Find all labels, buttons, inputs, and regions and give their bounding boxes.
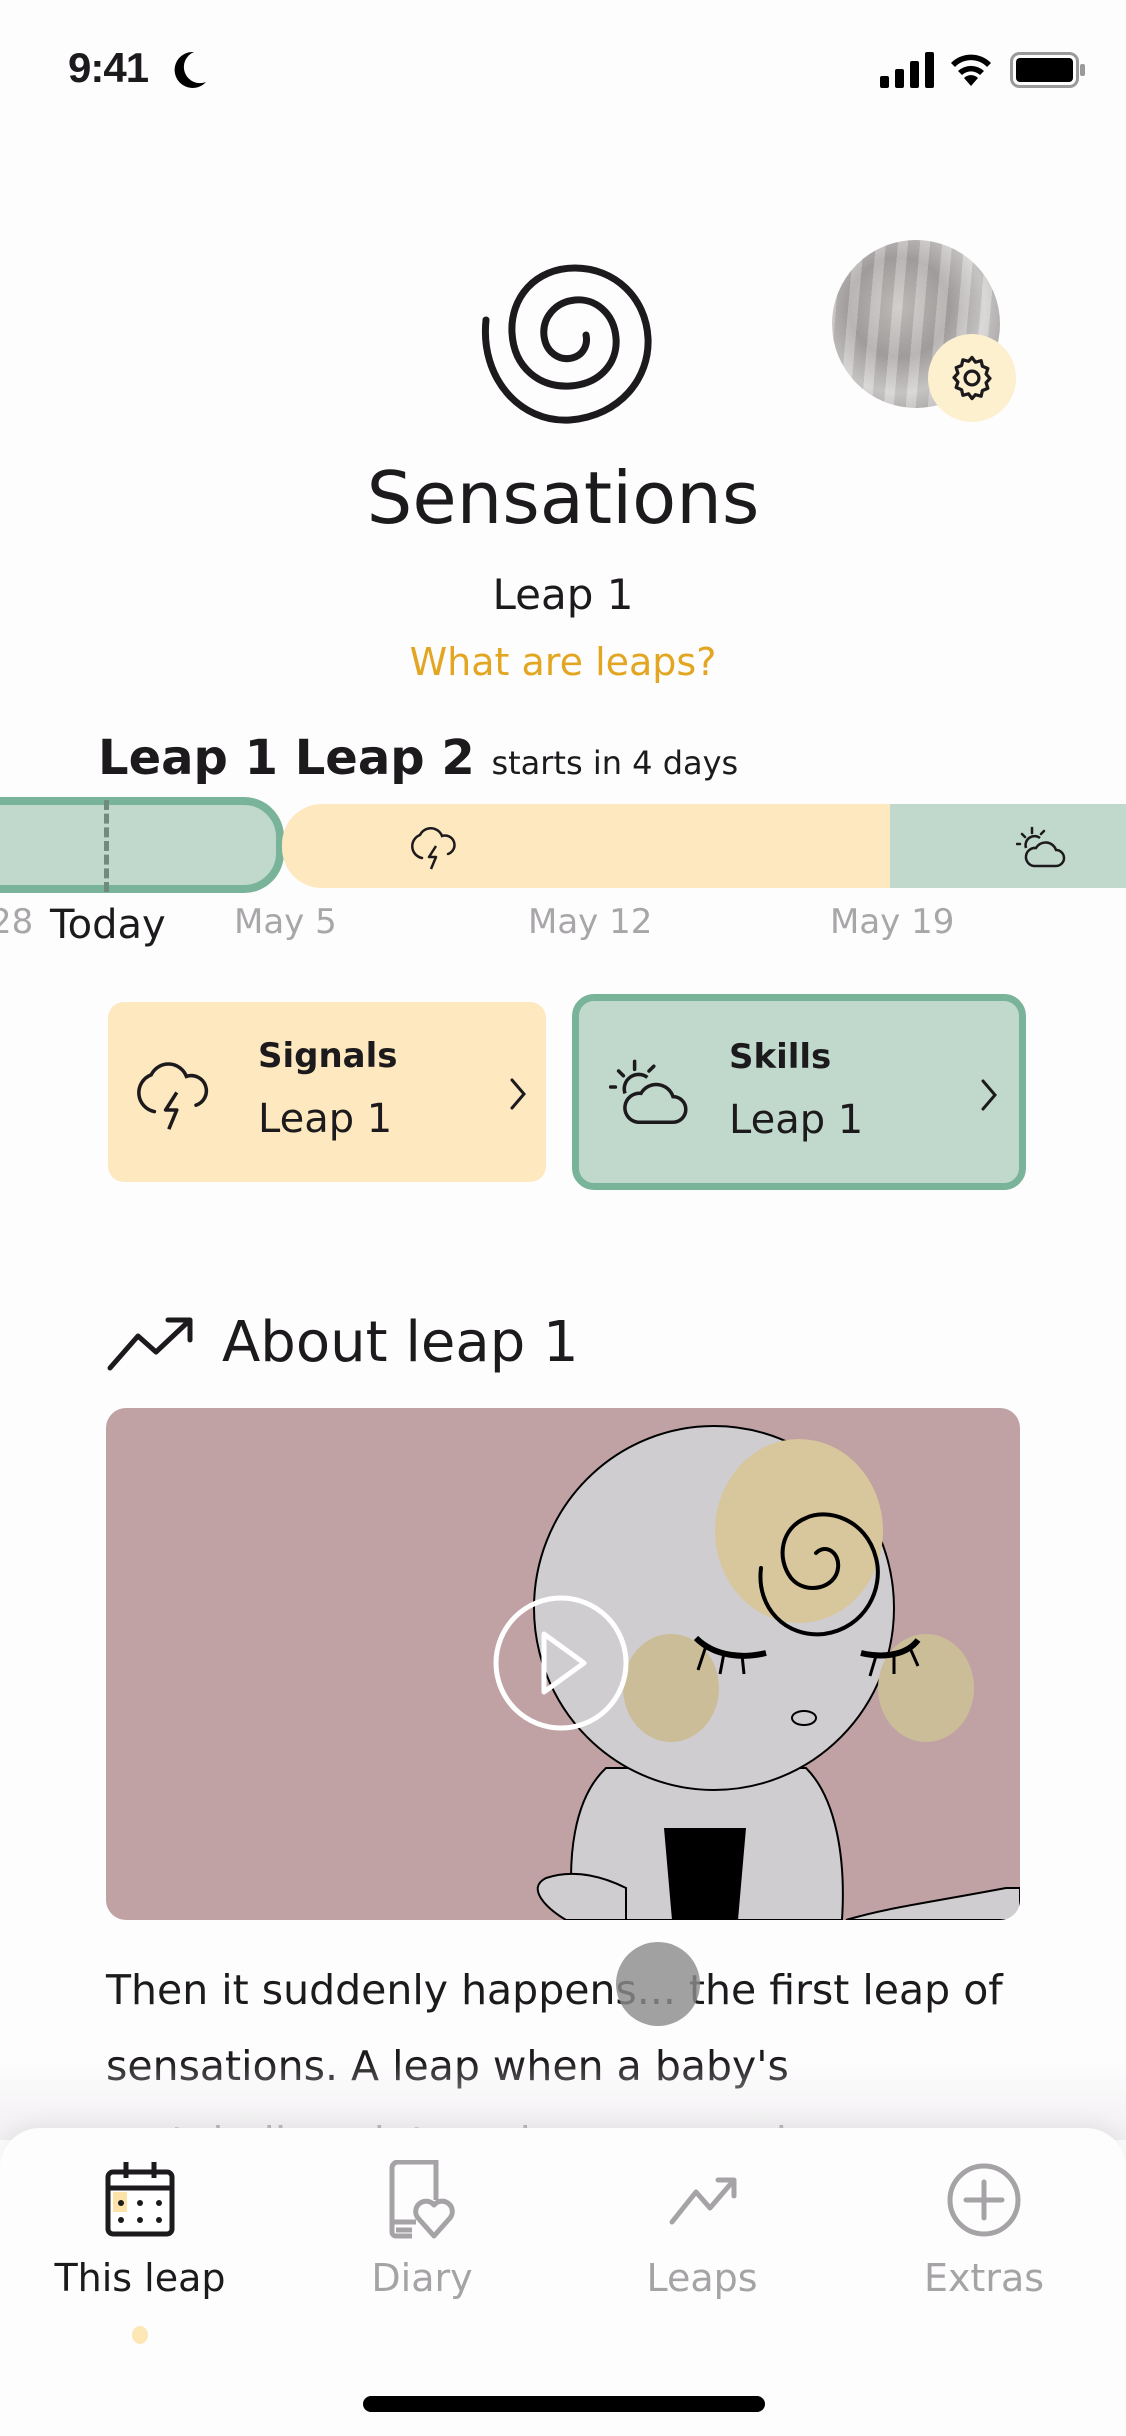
storm-cloud-icon <box>137 1062 209 1130</box>
gear-icon <box>952 355 992 401</box>
moon-icon <box>174 51 206 88</box>
settings-button[interactable] <box>928 334 1016 422</box>
page-title: Sensations <box>366 456 760 540</box>
cellular-signal-icon <box>880 52 934 88</box>
wifi-icon <box>951 54 991 86</box>
today-marker <box>104 800 109 892</box>
plus-circle-icon <box>947 2163 1021 2237</box>
timeline-today-label: Today <box>50 902 166 948</box>
tab-label: Extras <box>923 2256 1045 2300</box>
leap-subtitle: Leap 1 <box>492 570 634 619</box>
chevron-right-icon <box>510 1078 526 1110</box>
timeline-date-label: May 5 <box>234 902 337 942</box>
home-indicator[interactable] <box>363 2396 765 2412</box>
about-section-title: About leap 1 <box>222 1310 579 1375</box>
active-tab-indicator <box>132 2326 148 2344</box>
timeline-date-label: 28 <box>0 902 34 942</box>
card-subtitle: Leap 1 <box>258 1096 393 1142</box>
tab-this-leap[interactable]: This leap <box>30 2160 250 2300</box>
skills-card[interactable]: Skills Leap 1 <box>572 994 1026 1190</box>
tab-label: This leap <box>54 2256 226 2300</box>
battery-icon <box>1010 52 1085 88</box>
timeline-date-label: May 19 <box>830 902 955 942</box>
sun-cloud-icon <box>609 1059 688 1124</box>
what-are-leaps-link[interactable]: What are leaps? <box>0 640 1126 684</box>
tab-extras[interactable]: Extras <box>874 2160 1094 2300</box>
card-subtitle: Leap 1 <box>729 1097 864 1143</box>
card-title: Skills <box>729 1037 832 1077</box>
status-time: 9:41 <box>68 44 149 91</box>
current-leap-label: Leap 1 <box>98 730 278 786</box>
tab-diary[interactable]: Diary <box>312 2160 532 2300</box>
tab-leaps[interactable]: Leaps <box>592 2160 812 2300</box>
next-leap-label: Leap 2 <box>294 730 475 786</box>
storm-cloud-icon <box>411 827 456 870</box>
spiral-icon <box>481 264 652 424</box>
trend-up-icon <box>107 1317 193 1371</box>
timeline-skills-bar[interactable] <box>890 804 1126 888</box>
timeline-signals-bar[interactable] <box>282 804 892 888</box>
calendar-icon <box>105 2162 175 2237</box>
tab-label: Diary <box>371 2256 473 2300</box>
next-leap-note: starts in 4 days <box>491 744 739 782</box>
touch-indicator <box>616 1942 700 2026</box>
timeline-date-label: May 12 <box>528 902 653 942</box>
tab-label: Leaps <box>646 2256 758 2300</box>
timeline-current-leap-bar[interactable] <box>0 797 284 893</box>
diary-heart-icon <box>389 2160 455 2239</box>
trend-up-icon <box>669 2177 737 2225</box>
chevron-right-icon <box>981 1079 997 1111</box>
signals-card[interactable]: Signals Leap 1 <box>108 1002 546 1182</box>
play-icon[interactable] <box>492 1594 630 1732</box>
sun-cloud-icon <box>1016 826 1066 868</box>
card-title: Signals <box>258 1036 398 1076</box>
timeline-header: Leap 1 Leap 2 starts in 4 days <box>98 730 738 786</box>
